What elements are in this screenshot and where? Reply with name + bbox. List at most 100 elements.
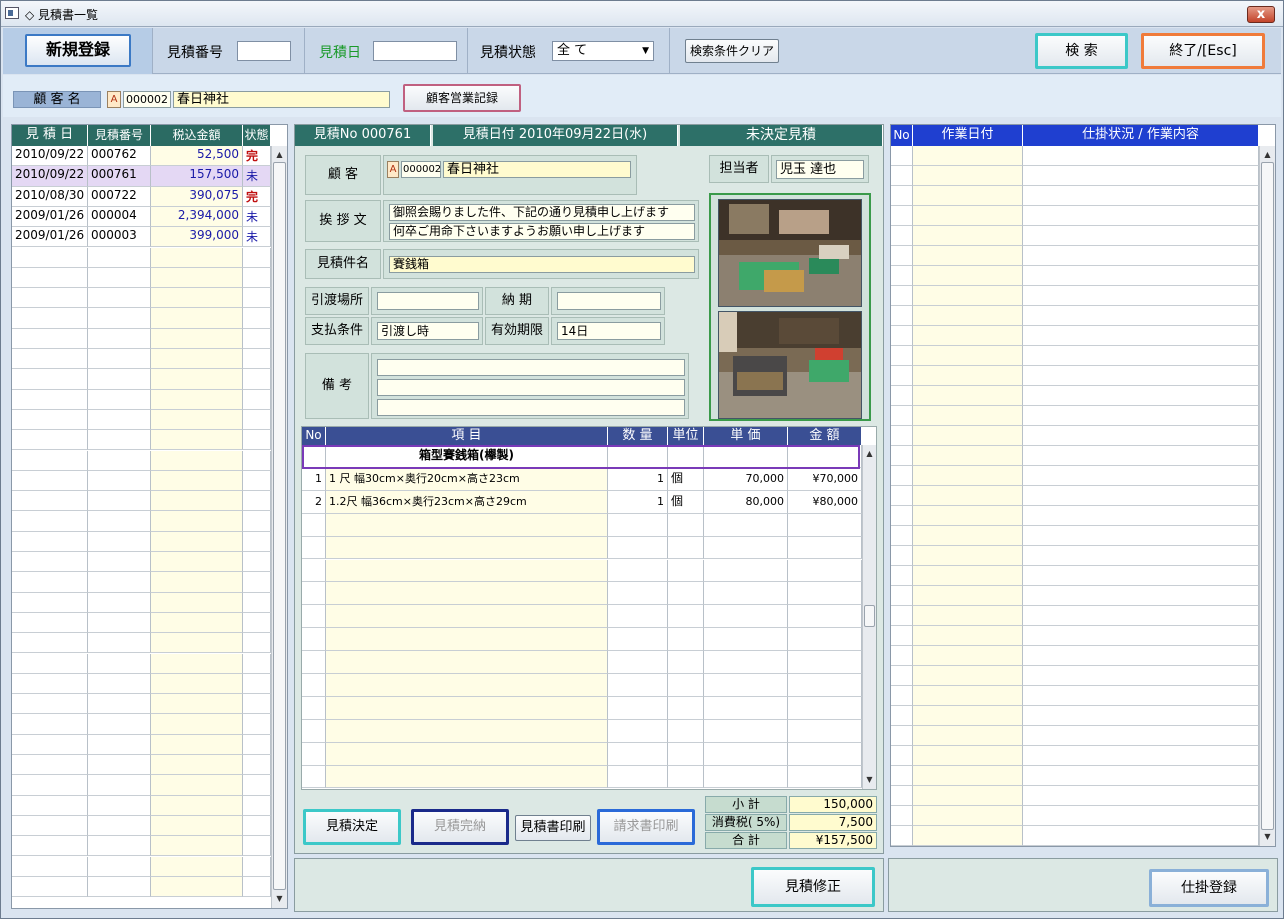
list-cell-amount[interactable]: 399,000	[151, 227, 243, 248]
items-cell-empty[interactable]	[788, 582, 862, 606]
list-cell-empty[interactable]	[88, 450, 151, 471]
list-cell-empty[interactable]	[88, 836, 151, 857]
list-cell-empty[interactable]	[88, 288, 151, 309]
work-cell[interactable]	[891, 306, 913, 326]
list-cell-empty[interactable]	[151, 450, 243, 471]
list-cell-empty[interactable]	[243, 430, 271, 451]
work-cell[interactable]	[1023, 326, 1259, 346]
list-cell-empty[interactable]	[243, 633, 271, 654]
list-cell-empty[interactable]	[243, 653, 271, 674]
list-cell-status[interactable]: 未	[243, 227, 271, 248]
list-cell-empty[interactable]	[88, 592, 151, 613]
list-cell-empty[interactable]	[12, 856, 88, 877]
work-scroll-thumb[interactable]	[1261, 162, 1274, 830]
items-cell-empty[interactable]	[704, 719, 788, 743]
work-cell[interactable]	[891, 246, 913, 266]
work-cell[interactable]	[891, 446, 913, 466]
items-cell-empty[interactable]	[788, 674, 862, 697]
work-cell[interactable]	[913, 346, 1023, 366]
work-cell[interactable]	[891, 426, 913, 446]
list-cell-empty[interactable]	[12, 633, 88, 654]
list-cell-status[interactable]: 未	[243, 206, 271, 228]
status-select[interactable]: 全 て ▼	[552, 41, 654, 61]
list-cell-empty[interactable]	[88, 714, 151, 735]
work-cell[interactable]	[913, 386, 1023, 406]
items-cell-empty[interactable]	[668, 628, 704, 652]
work-cell[interactable]	[913, 326, 1023, 346]
items-cell-price[interactable]	[704, 445, 788, 468]
list-cell-empty[interactable]	[151, 491, 243, 512]
items-cell-empty[interactable]	[302, 696, 326, 720]
list-cell-empty[interactable]	[12, 612, 88, 634]
list-cell-empty[interactable]	[243, 876, 271, 898]
items-cell-empty[interactable]	[788, 513, 862, 537]
work-cell[interactable]	[1023, 626, 1259, 646]
work-cell[interactable]	[1023, 386, 1259, 406]
exit-button[interactable]: 終了/[Esc]	[1141, 33, 1265, 69]
items-cell-no[interactable]: 1	[302, 467, 326, 491]
work-cell[interactable]	[1023, 246, 1259, 266]
list-cell-no[interactable]: 000722	[88, 186, 151, 207]
list-cell-empty[interactable]	[12, 349, 88, 370]
list-cell-empty[interactable]	[151, 572, 243, 593]
work-cell[interactable]	[1023, 206, 1259, 226]
list-cell-empty[interactable]	[12, 430, 88, 451]
work-cell[interactable]	[1023, 466, 1259, 486]
list-cell-empty[interactable]	[243, 511, 271, 532]
list-cell-empty[interactable]	[12, 450, 88, 471]
list-cell-empty[interactable]	[88, 612, 151, 634]
work-cell[interactable]	[891, 466, 913, 486]
list-cell-empty[interactable]	[243, 612, 271, 634]
items-cell-empty[interactable]	[788, 536, 862, 560]
list-cell-empty[interactable]	[88, 369, 151, 390]
list-cell-empty[interactable]	[243, 815, 271, 837]
list-cell-empty[interactable]	[243, 856, 271, 877]
list-cell-empty[interactable]	[151, 633, 243, 654]
search-button[interactable]: 検 索	[1035, 33, 1128, 69]
work-cell[interactable]	[891, 266, 913, 286]
list-cell-empty[interactable]	[88, 349, 151, 370]
work-cell[interactable]	[913, 786, 1023, 806]
list-cell-empty[interactable]	[12, 369, 88, 390]
list-cell-empty[interactable]	[151, 389, 243, 410]
items-cell-empty[interactable]	[302, 559, 326, 583]
work-cell[interactable]	[891, 566, 913, 586]
estimate-date-input[interactable]	[373, 41, 457, 61]
items-cell-empty[interactable]	[788, 559, 862, 583]
items-cell-empty[interactable]	[668, 651, 704, 674]
work-cell[interactable]	[891, 766, 913, 786]
list-cell-empty[interactable]	[12, 288, 88, 309]
list-cell-empty[interactable]	[88, 876, 151, 898]
list-cell-empty[interactable]	[243, 470, 271, 492]
work-scroll-up-icon[interactable]: ▲	[1260, 148, 1275, 162]
items-cell-empty[interactable]	[326, 674, 608, 697]
list-cell-empty[interactable]	[151, 247, 243, 268]
work-cell[interactable]	[891, 606, 913, 626]
list-cell-empty[interactable]	[88, 734, 151, 755]
work-cell[interactable]	[913, 206, 1023, 226]
list-cell-empty[interactable]	[88, 389, 151, 410]
items-cell-empty[interactable]	[668, 513, 704, 537]
list-cell-empty[interactable]	[12, 531, 88, 552]
work-cell[interactable]	[891, 146, 913, 166]
work-cell[interactable]	[891, 286, 913, 306]
list-cell-no[interactable]: 000762	[88, 146, 151, 167]
list-cell-empty[interactable]	[151, 409, 243, 431]
work-cell[interactable]	[913, 526, 1023, 546]
work-cell[interactable]	[891, 646, 913, 666]
items-cell-empty[interactable]	[704, 651, 788, 674]
items-cell-name[interactable]: 1.2尺 幅36cm×奥行23cm×高さ29cm	[326, 490, 608, 514]
list-scrollbar[interactable]: ▲ ▼	[271, 146, 287, 908]
work-cell[interactable]	[913, 566, 1023, 586]
list-cell-empty[interactable]	[12, 247, 88, 268]
list-cell-no[interactable]: 000004	[88, 206, 151, 228]
list-cell-amount[interactable]: 52,500	[151, 146, 243, 167]
items-cell-empty[interactable]	[788, 719, 862, 743]
items-cell-empty[interactable]	[326, 513, 608, 537]
list-cell-empty[interactable]	[12, 572, 88, 593]
payment-field[interactable]: 引渡し時	[377, 322, 479, 340]
list-cell-empty[interactable]	[12, 409, 88, 431]
work-cell[interactable]	[1023, 166, 1259, 186]
subject-field[interactable]: 賽銭箱	[389, 256, 695, 273]
work-cell[interactable]	[913, 186, 1023, 206]
